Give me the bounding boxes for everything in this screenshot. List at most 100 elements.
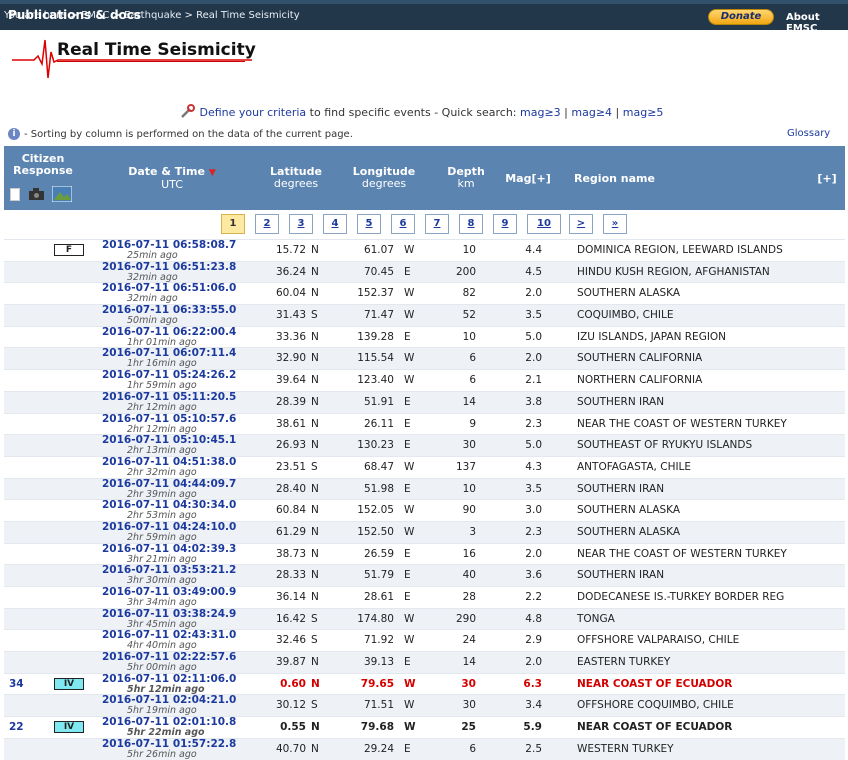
sorting-info: i- Sorting by column is performed on the…: [8, 128, 353, 140]
latitude-value: 31.43: [275, 309, 306, 322]
table-row[interactable]: 2016-07-11 04:02:39.3 3hr 21min ago 38.73 N…: [4, 542, 845, 565]
depth-value: 14: [462, 656, 476, 669]
latitude-value: 39.87: [275, 656, 306, 669]
event-time-ago: 2hr 12min ago: [127, 423, 197, 435]
next-page-button[interactable]: >: [569, 214, 593, 234]
table-row[interactable]: 2016-07-11 04:51:38.0 2hr 32min ago 23.51 S…: [4, 455, 845, 478]
table-row[interactable]: 2016-07-11 05:24:26.2 1hr 59min ago 39.64 N…: [4, 369, 845, 391]
latitude-hemisphere: N: [311, 482, 319, 495]
page-button[interactable]: 4: [323, 214, 347, 234]
camera-icon[interactable]: [28, 188, 44, 200]
quick-search-mag5[interactable]: mag≥5: [623, 106, 664, 119]
page-button[interactable]: 2: [255, 214, 279, 234]
table-row[interactable]: 2016-07-11 06:33:55.0 50min ago 31.43 S 71.4…: [4, 304, 845, 326]
longitude-hemisphere: W: [404, 460, 415, 473]
page-button[interactable]: 3: [289, 214, 313, 234]
define-criteria-link[interactable]: Define your criteria: [200, 106, 307, 119]
depth-value: 9: [469, 417, 476, 430]
latitude-value: 15.72: [275, 244, 306, 256]
intensity-badge[interactable]: IV: [54, 677, 84, 690]
depth-header[interactable]: Depth km: [440, 166, 492, 190]
event-time-ago: 50min ago: [127, 315, 178, 327]
page-button[interactable]: 6: [391, 214, 415, 234]
table-row[interactable]: 2016-07-11 02:04:21.0 5hr 19min ago 30.12 S…: [4, 694, 845, 716]
glossary-link[interactable]: Glossary: [787, 128, 830, 139]
latitude-hemisphere: N: [311, 287, 319, 300]
table-row[interactable]: 2016-07-11 02:43:31.0 4hr 40min ago 32.46 S…: [4, 629, 845, 651]
depth-value: 200: [455, 265, 476, 278]
table-row[interactable]: 2016-07-11 05:11:20.5 2hr 12min ago 28.39 N…: [4, 390, 845, 413]
latitude-value: 60.04: [275, 287, 306, 300]
title-underline: [57, 61, 245, 62]
region-name: NEAR THE COAST OF WESTERN TURKEY: [577, 547, 787, 560]
latitude-hemisphere: N: [311, 395, 319, 408]
donate-button[interactable]: Donate: [708, 9, 774, 25]
region-name: IZU ISLANDS, JAPAN REGION: [577, 330, 727, 343]
about-emsc-link[interactable]: About EMSC: [786, 12, 848, 34]
table-row[interactable]: 2016-07-11 04:30:34.0 2hr 53min ago 60.84 N…: [4, 499, 845, 521]
intensity-badge[interactable]: F: [54, 244, 84, 256]
event-time-ago: 5hr 26min ago: [127, 748, 197, 760]
event-time-ago: 2hr 13min ago: [127, 445, 197, 457]
quick-search-mag3[interactable]: mag≥3: [520, 106, 561, 119]
latitude-value: 60.84: [275, 504, 306, 517]
table-row[interactable]: 2016-07-11 06:51:06.0 32min ago 60.04 N 152.…: [4, 282, 845, 304]
region-header[interactable]: Region name: [574, 173, 674, 185]
table-row[interactable]: 2016-07-11 01:57:22.8 5hr 26min ago 40.70 N…: [4, 737, 845, 760]
event-time-ago: 5hr 22min ago: [127, 727, 205, 739]
page-button[interactable]: 7: [425, 214, 449, 234]
latitude-hemisphere: N: [311, 265, 319, 278]
table-row[interactable]: 2016-07-11 02:22:57.6 5hr 00min ago 39.87 N…: [4, 651, 845, 673]
table-row[interactable]: 2016-07-11 04:24:10.0 2hr 59min ago 61.29 N…: [4, 520, 845, 543]
event-time-ago: 25min ago: [127, 250, 178, 261]
longitude-value: 28.61: [363, 591, 394, 603]
longitude-value: 79.68: [360, 721, 394, 734]
region-name: SOUTHERN IRAN: [577, 569, 665, 582]
region-name: COQUIMBO, CHILE: [577, 309, 674, 322]
longitude-hemisphere: E: [404, 417, 411, 430]
table-row[interactable]: 22 IV 2016-07-11 02:01:10.8 5hr 22min ago 0.…: [4, 716, 845, 738]
datetime-header[interactable]: Date & Time ▼ UTC: [112, 166, 232, 191]
table-row[interactable]: 2016-07-11 06:51:23.8 32min ago 36.24 N 70.4…: [4, 260, 845, 283]
longitude-header[interactable]: Longitude degrees: [346, 166, 422, 190]
page-button[interactable]: 10: [527, 214, 561, 234]
expand-columns-button[interactable]: [+]: [812, 173, 842, 185]
magnitude-value: 2.3: [525, 525, 542, 538]
table-row[interactable]: 2016-07-11 04:44:09.7 2hr 39min ago 28.40 N…: [4, 477, 845, 500]
magnitude-value: 2.5: [525, 742, 542, 755]
event-time-ago: 2hr 12min ago: [127, 401, 197, 413]
longitude-value: 115.54: [357, 352, 394, 365]
region-name: SOUTHEAST OF RYUKYU ISLANDS: [577, 439, 753, 452]
latitude-value: 26.93: [275, 439, 306, 452]
latitude-value: 32.46: [275, 634, 306, 647]
table-row[interactable]: 2016-07-11 05:10:57.6 2hr 12min ago 38.61 N…: [4, 412, 845, 435]
event-time-ago: 3hr 30min ago: [127, 575, 197, 587]
photo-icon[interactable]: [52, 186, 72, 202]
page-button[interactable]: 8: [459, 214, 483, 234]
table-row[interactable]: 2016-07-11 03:38:24.9 3hr 45min ago 16.42 S…: [4, 607, 845, 630]
page-button-active[interactable]: 1: [221, 214, 245, 234]
table-row[interactable]: 2016-07-11 06:07:11.4 1hr 16min ago 32.90 N…: [4, 347, 845, 369]
felt-reports-count[interactable]: 22: [9, 721, 24, 733]
page-button[interactable]: 5: [357, 214, 381, 234]
magnitude-value: 5.9: [523, 721, 542, 734]
felt-reports-count[interactable]: 34: [9, 678, 24, 690]
region-name: SOUTHERN ALASKA: [577, 504, 681, 517]
intensity-badge[interactable]: IV: [54, 721, 84, 734]
last-page-button[interactable]: »: [603, 214, 627, 234]
table-row[interactable]: 2016-07-11 06:22:00.4 1hr 01min ago 33.36 N…: [4, 325, 845, 348]
table-row[interactable]: 34 IV 2016-07-11 02:11:06.0 5hr 12min ago 0.…: [4, 672, 845, 695]
depth-value: 16: [462, 547, 476, 560]
table-row[interactable]: 2016-07-11 03:49:00.9 3hr 34min ago 36.14 N…: [4, 586, 845, 608]
table-row[interactable]: 2016-07-11 05:10:45.1 2hr 13min ago 26.93 N…: [4, 434, 845, 456]
quick-search-mag4[interactable]: mag≥4: [571, 106, 612, 119]
table-row[interactable]: F 2016-07-11 06:58:08.7 25min ago 15.72 N 61.…: [4, 239, 845, 261]
magnitude-header[interactable]: Mag[+]: [502, 173, 554, 185]
latitude-header[interactable]: Latitude degrees: [260, 166, 332, 190]
publications-menu[interactable]: Publications & docs: [8, 8, 141, 22]
latitude-value: 32.90: [275, 352, 306, 365]
magnitude-value: 3.5: [525, 482, 542, 495]
document-icon[interactable]: [10, 187, 20, 201]
table-row[interactable]: 2016-07-11 03:53:21.2 3hr 30min ago 28.33 N…: [4, 564, 845, 586]
page-button[interactable]: 9: [493, 214, 517, 234]
